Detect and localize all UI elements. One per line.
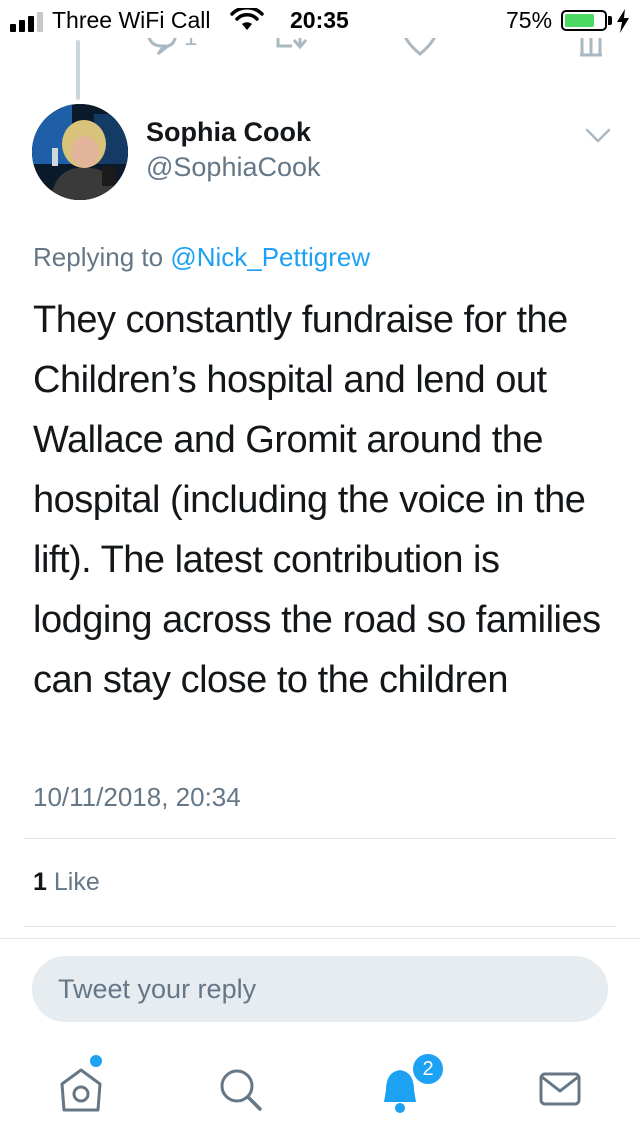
like-count-line[interactable]: 1 Like: [33, 868, 100, 897]
notifications-badge: 2: [410, 1051, 446, 1087]
divider: [24, 926, 616, 927]
clock: 20:35: [290, 7, 349, 33]
battery-percentage: 75%: [506, 7, 553, 33]
battery-icon: [561, 10, 607, 31]
home-new-content-dot: [90, 1055, 102, 1067]
author-handle[interactable]: @SophiaCook: [146, 152, 321, 183]
share-icon[interactable]: [578, 38, 604, 60]
messages-envelope-icon[interactable]: [530, 1060, 590, 1120]
chevron-down-icon[interactable]: [585, 128, 611, 144]
composer-divider: [0, 938, 640, 939]
charging-bolt-icon: [617, 9, 629, 33]
battery-cap: [608, 16, 612, 25]
like-count: 1: [33, 868, 47, 896]
previous-tweet-actions: 1: [0, 38, 640, 66]
replying-to-line: Replying to @Nick_Pettigrew: [33, 242, 370, 273]
heart-icon[interactable]: [400, 38, 440, 60]
retweet-icon[interactable]: [272, 38, 312, 60]
reply-composer[interactable]: [32, 956, 608, 1022]
home-icon[interactable]: [52, 1060, 112, 1120]
wifi-icon: [230, 8, 264, 30]
reply-input[interactable]: [58, 956, 578, 1022]
tweet-text: They constantly fundraise for the Childr…: [33, 299, 601, 701]
thread-connector-line: [76, 40, 80, 100]
divider: [24, 838, 616, 839]
battery-level: [565, 14, 594, 27]
search-icon[interactable]: [210, 1060, 270, 1120]
previous-reply-count: 1: [184, 38, 197, 52]
replying-to-mention[interactable]: @Nick_Pettigrew: [170, 242, 370, 272]
reply-icon[interactable]: [144, 38, 180, 58]
replying-to-label: Replying to: [33, 242, 164, 272]
author-name[interactable]: Sophia Cook: [146, 117, 311, 148]
like-label: Like: [53, 868, 100, 896]
avatar-image: [32, 104, 128, 200]
status-bar: Three WiFi Call 20:35 75%: [0, 0, 640, 40]
tweet-timestamp[interactable]: 10/11/2018, 20:34: [33, 782, 241, 813]
carrier-name: Three WiFi Call: [52, 7, 211, 33]
signal-strength-icon: [10, 12, 43, 32]
avatar[interactable]: [32, 104, 128, 200]
